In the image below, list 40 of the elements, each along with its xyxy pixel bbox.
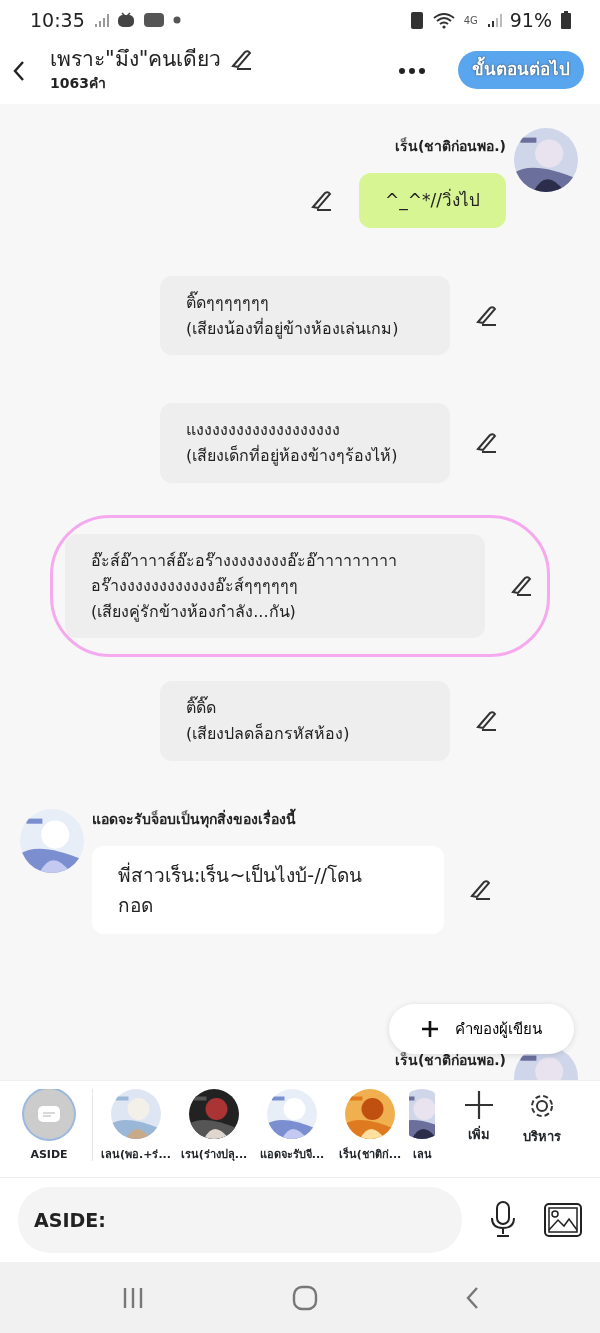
character-tab[interactable]: เร็น(ชาติก่... (331, 1089, 409, 1164)
story-title: เพราะ"มึง"คนเดียว (50, 46, 222, 73)
image-icon (544, 1203, 582, 1237)
speech-bubble-icon (37, 1104, 61, 1124)
battery-percent: 91% (509, 7, 552, 33)
notification-dot-icon (172, 16, 181, 24)
narration-bubble: อ๊ะส์อ๊าาาาส์อ๊ะอร๊างงงงงงงงอ๊ะอ๊าาาาาาาาา อร๊างงงงงงงงงงงงอ๊ะส์ๆๆๆๆๆๆ (เสียงคู่รักข้างห้องกำลัง...กัน) (65, 533, 485, 639)
back-icon (12, 59, 26, 82)
character-tab[interactable]: เลน(พอ.+ร่... (97, 1089, 175, 1164)
home-icon (292, 1284, 318, 1311)
manage-button[interactable]: บริหาร (507, 1089, 577, 1147)
chat-bubble: พี่สาวเร็น:เร็น~เป็นไงบ้-//โดน กอด (92, 845, 444, 935)
character-name: เร็น(ชาติก่อนพอ.) (394, 136, 506, 156)
plus-icon (463, 1089, 495, 1121)
signal-icon (92, 12, 109, 28)
plus-icon (421, 1019, 439, 1038)
narration-bubble: ติ๊ดๆๆๆๆๆๆๆ (เสียงน้องที่อยู่ข้างห้องเล่นเกม) (160, 276, 450, 356)
message-input[interactable]: ASIDE: (18, 1187, 462, 1253)
network-label: 4G (463, 13, 478, 28)
battery-saver-icon (409, 10, 424, 30)
wifi-icon (431, 11, 456, 29)
back-icon (464, 1285, 479, 1310)
narration-bubble: แงงงงงงงงงงงงงงงงงง (เสียงเด็กที่อยู่ห้องข้างๆร้องไห้) (160, 403, 450, 483)
character-tab[interactable]: แอดจะรับจี... (253, 1089, 331, 1164)
add-character-button[interactable]: เพิ่ม (451, 1089, 507, 1145)
home-button[interactable] (292, 1284, 318, 1311)
character-tab[interactable]: ASIDE (10, 1089, 88, 1164)
clock: 10:35 (30, 7, 85, 33)
signal-icon (485, 12, 502, 28)
battery-icon (560, 10, 572, 30)
chat-bubble: ^_^*//วิ่งไป (359, 173, 506, 229)
character-name: แอดจะรับจ็อบเป็นทุกสิ่งของเรื่องนี้ (92, 808, 297, 830)
app-icon (116, 12, 135, 28)
word-count: 1063คำ (50, 73, 107, 93)
narration-bubble: ติ๊ดิ๊ด (เสียงปลดล็อกรหัสห้อง) (160, 681, 450, 761)
image-button[interactable] (544, 1203, 582, 1237)
character-tab[interactable]: เรน(ร่างปลุ... (175, 1089, 253, 1164)
app-icon (142, 11, 165, 29)
character-tab[interactable]: เลน (409, 1089, 435, 1164)
more-icon (398, 66, 426, 75)
